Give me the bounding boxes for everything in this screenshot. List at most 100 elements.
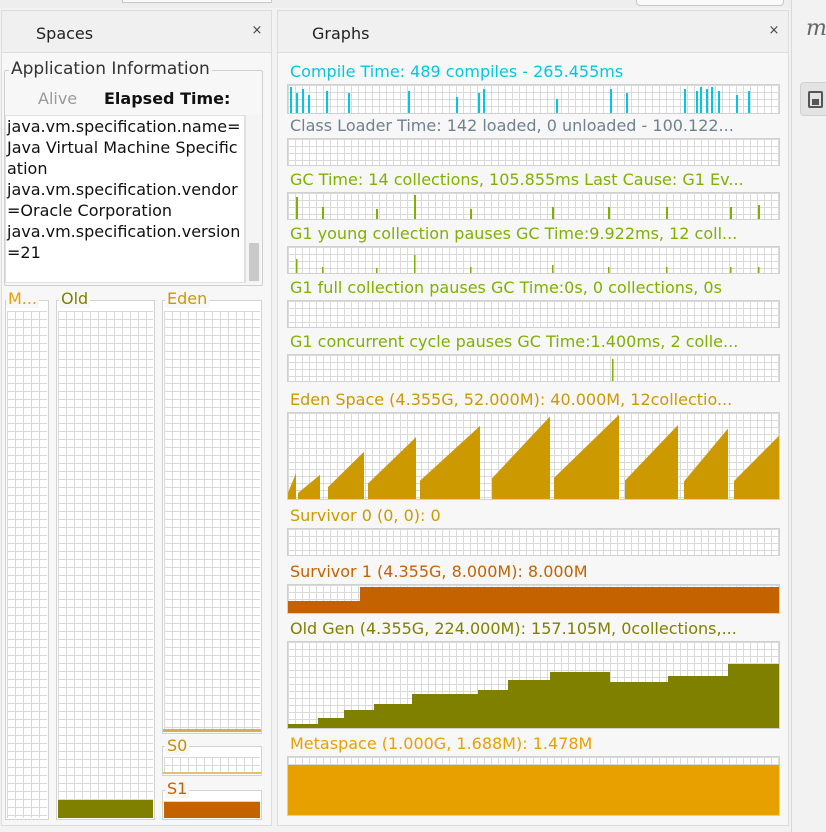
trace-spike [376,268,378,273]
graphs-tab[interactable]: Graphs × [278,11,788,53]
space-eden [162,300,262,734]
s0-baseline [163,772,261,774]
trace-spike [552,265,554,273]
trace-spike [478,93,480,113]
trace-spike [552,207,554,219]
trace-spike [322,267,324,273]
trace-spike [718,91,720,113]
trace-area [288,765,779,815]
graph-trace [288,414,779,499]
space-grid [7,311,47,818]
trace-spike [376,209,378,219]
close-icon[interactable]: × [249,23,265,39]
graph-plot [287,584,780,614]
graph-title: Eden Space (4.355G, 52.000M): 40.000M, 1… [288,390,778,410]
space-grid [58,311,153,818]
trace-spike [610,89,612,113]
trace-spike [666,207,668,219]
trace-spike [730,267,732,273]
space-fill [58,800,153,818]
trace-spike [296,259,298,273]
graph-compile-time: Compile Time: 489 compiles - 265.455ms [285,62,782,114]
trace-spike [684,89,686,113]
graph-gc-time: GC Time: 14 collections, 105.855ms Last … [285,170,782,220]
property-line: Java Virtual Machine Specific [7,138,238,157]
property-line: ation [7,159,48,178]
space-label-s1: S1 [165,779,190,798]
trace-area [288,414,779,499]
graph-title: Class Loader Time: 142 loaded, 0 unloade… [288,116,778,136]
trace-spike [414,195,416,219]
scrollbar-thumb[interactable] [249,243,259,281]
trace-spike [696,91,698,113]
trace-spike [290,87,292,113]
space-label-old: Old [59,289,91,308]
graph-title: G1 young collection pauses GC Time:9.922… [288,224,778,244]
graph-trace [612,359,614,381]
eden-baseline [163,729,261,732]
space-metaspace [5,300,49,820]
space-grid [164,311,260,732]
trace-spike [556,99,558,113]
trace-spike [322,207,324,219]
graph-old-gen: Old Gen (4.355G, 224.000M): 157.105M, 0c… [285,619,782,729]
graph-title: Old Gen (4.355G, 224.000M): 157.105M, 0c… [288,619,778,639]
graph-title: Compile Time: 489 compiles - 265.455ms [288,62,778,82]
graph-plot [287,192,780,220]
trace-area [288,587,779,613]
graph-survivor-0: Survivor 0 (0, 0): 0 [285,506,782,556]
close-icon[interactable]: × [766,23,782,39]
space-label-s0: S0 [165,736,190,755]
property-line: java.vm.specification.name= [7,117,241,136]
graph-plot [287,756,780,816]
spaces-tab[interactable]: Spaces × [2,11,271,53]
save-button[interactable] [800,82,826,116]
graph-g1-full-pauses: G1 full collection pauses GC Time:0s, 0 … [285,278,782,328]
right-pane-label: m [806,16,826,41]
trace-spike [308,95,310,113]
toolbar-field[interactable] [636,0,784,6]
spaces-tab-title: Spaces [36,24,94,43]
trace-spike [612,359,614,381]
property-line: =21 [7,243,41,262]
graph-title: Survivor 0 (0, 0): 0 [288,506,778,526]
trace-spike [414,255,416,273]
application-information-title: Application Information [9,59,212,79]
properties-scrollbar[interactable] [245,115,261,283]
trace-spike [626,93,628,113]
graph-g1-concurrent-pauses: G1 concurrent cycle pauses GC Time:1.400… [285,332,782,382]
graph-title: Metaspace (1.000G, 1.688M): 1.478M [288,734,778,754]
property-line: java.vm.specification.vendor [7,180,238,199]
graph-g1-young-pauses: G1 young collection pauses GC Time:9.922… [285,224,782,274]
property-line: =Oracle Corporation [7,201,173,220]
trace-spike [456,97,458,113]
graph-trace [290,87,750,113]
graph-plot [287,138,780,166]
graph-trace [296,195,760,219]
trace-spike [483,89,485,113]
trace-spike [408,91,410,113]
graph-plot [287,641,780,729]
graph-trace [296,255,760,273]
trace-area [288,664,779,728]
trace-spike [296,197,298,219]
graph-survivor-1: Survivor 1 (4.355G, 8.000M): 8.000M [285,562,782,614]
space-label-metaspace: M... [6,289,40,308]
graph-title: G1 full collection pauses GC Time:0s, 0 … [288,278,778,298]
space-fill [164,802,260,818]
toolbar-field[interactable] [122,0,272,3]
trace-spike [736,95,738,113]
trace-spike [470,267,472,273]
graph-class-loader-time: Class Loader Time: 142 loaded, 0 unloade… [285,116,782,166]
trace-spike [666,267,668,273]
graph-plot [287,412,780,500]
trace-spike [608,267,610,273]
properties-text-area[interactable]: java.vm.specification.name= Java Virtual… [5,115,245,283]
save-icon [808,91,823,108]
graphs-tab-title: Graphs [312,24,370,43]
alive-label: Alive [38,89,78,108]
trace-spike [296,93,298,113]
trace-spike [700,87,702,113]
graph-title: GC Time: 14 collections, 105.855ms Last … [288,170,778,190]
trace-spike [326,91,328,113]
